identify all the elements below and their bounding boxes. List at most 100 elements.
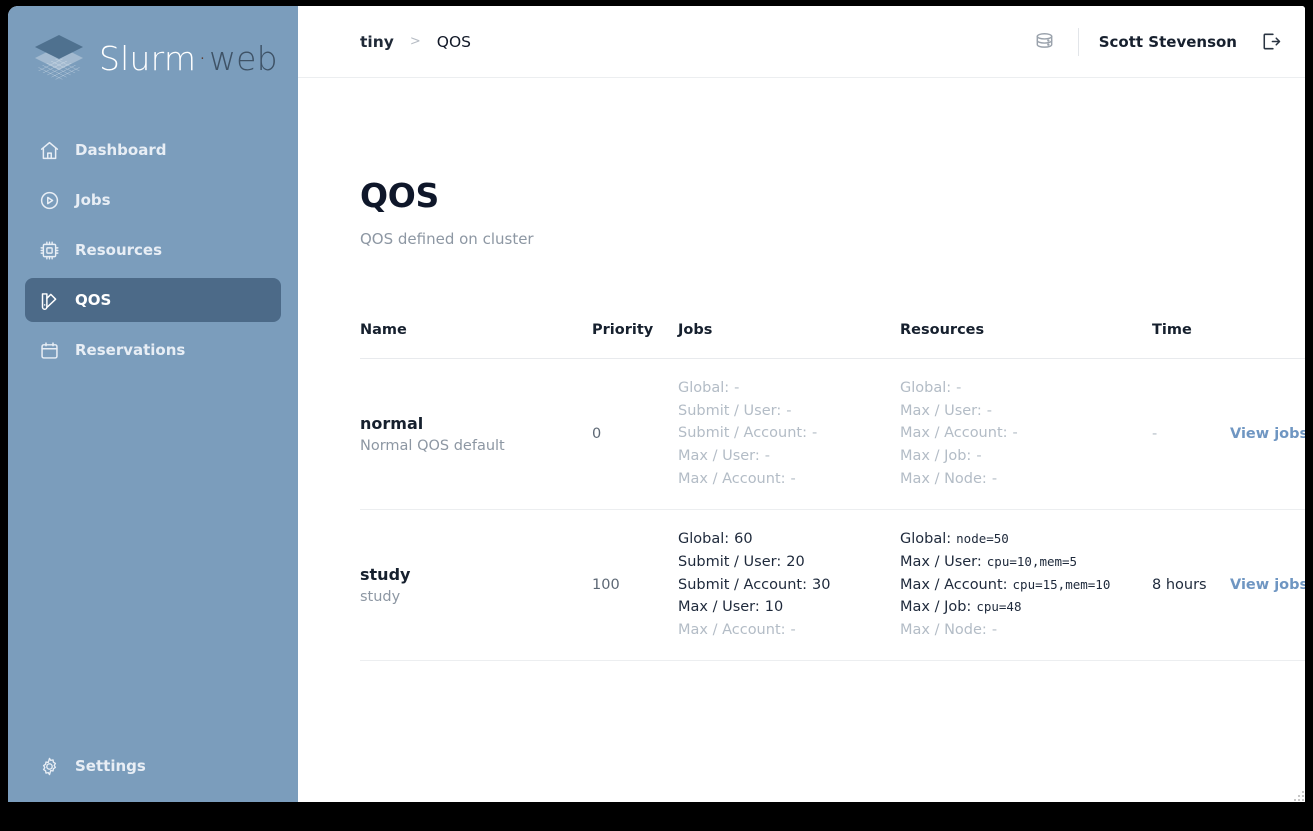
qos-name: study [360,565,411,585]
kv-row: Submit / Account: 30 [678,576,900,593]
server-stack-icon[interactable] [1032,29,1058,55]
brand-separator: · [198,42,207,74]
kv-row: Max / Node: - [900,470,1152,487]
kv-row: Max / User: - [678,449,900,464]
kv-row: Submit / User: - [678,402,900,419]
logout-icon[interactable] [1257,29,1283,55]
column-header-name: Name [360,322,592,359]
kv-value: - [986,402,992,419]
sidebar-bottom: Settings [8,744,298,802]
resources-limits-list: Global: node=50 Max / User: cpu=10,mem=5 Max… [900,531,1152,638]
sidebar-item-reservations[interactable]: Reservations [25,328,281,372]
page-subtitle: QOS defined on cluster [360,230,534,248]
priority-value: 100 [592,577,620,594]
page-header: QOS QOS defined on cluster [360,78,1275,248]
breadcrumb-cluster[interactable]: tiny [360,33,394,51]
view-jobs-link[interactable]: View jobs [1230,577,1305,593]
page-title: QOS [360,176,439,215]
cell-jobs: Global: - Submit / User: - Submit / Account:… [678,358,900,511]
user-name[interactable]: Scott Stevenson [1099,33,1237,51]
kv-row: Max / Account: cpu=15,mem=10 [900,576,1152,593]
kv-key: Submit / Account: [678,576,807,593]
table-header-row: Name Priority Jobs Resources Time [360,322,1305,359]
table-row: normal Normal QOS default 0 Global: - Submit … [360,358,1305,511]
kv-key: Submit / User: [678,553,782,570]
kv-value: 20 [786,553,805,570]
sidebar-nav: Dashboard Jobs Resources QOS Reservation… [8,128,298,372]
kv-value: cpu=15,mem=10 [1012,576,1111,592]
sidebar-item-dashboard[interactable]: Dashboard [25,128,281,172]
breadcrumb: tiny > QOS [360,33,471,51]
kv-value: - [734,380,740,396]
kv-key: Max / User: [900,402,982,419]
calendar-icon [38,339,60,361]
stacked-layers-icon [28,29,90,87]
table-row: study study 100 Global: 60 Submit / User: 20 Su… [360,509,1305,662]
kv-row: Global: 60 [678,531,900,548]
resize-handle[interactable] [1293,790,1304,801]
kv-row: Submit / User: 20 [678,553,900,570]
kv-row: Submit / Account: - [678,426,900,441]
brand-title: Slurm·web [99,39,278,78]
column-header-action [1230,322,1305,359]
kv-value: - [991,470,998,487]
kv-value: - [790,621,796,638]
kv-row: Max / Account: - [678,471,900,487]
qos-description: Normal QOS default [360,438,505,455]
sidebar-item-label: Dashboard [75,141,167,159]
jobs-limits-list: Global: - Submit / User: - Submit / Account:… [678,380,900,487]
kv-value: 60 [734,531,753,548]
column-header-resources: Resources [900,322,1152,359]
kv-key: Max / User: [900,553,982,570]
kv-key: Global: [678,531,730,548]
cell-action: View jobs [1230,358,1305,511]
sidebar-item-label: Resources [75,241,163,259]
app-window: Slurm·web Dashboard Jobs Resources QOS R… [8,6,1305,802]
swatch-icon [38,289,60,311]
kv-key: Max / Account: [900,425,1008,442]
kv-row: Max / Account: - [900,426,1152,441]
sidebar-item-resources[interactable]: Resources [25,228,281,272]
sidebar-item-label: QOS [75,291,112,309]
home-icon [38,139,60,161]
kv-value: 10 [764,599,784,616]
sidebar-item-qos[interactable]: QOS [25,278,281,322]
kv-row: Max / User: cpu=10,mem=5 [900,553,1152,570]
cell-resources: Global: - Max / User: - Max / Account: - Max /… [900,358,1152,511]
cell-priority: 100 [592,509,678,662]
kv-value: 30 [811,576,831,593]
kv-row: Global: - [900,380,1152,396]
table-body: normal Normal QOS default 0 Global: - Submit … [360,358,1305,662]
kv-value: cpu=48 [976,599,1022,615]
main-area: tiny > QOS Scott Stevenson QOS QOS defin… [298,6,1305,802]
kv-row: Max / User: 10 [678,600,900,615]
cell-jobs: Global: 60 Submit / User: 20 Submit / Accoun… [678,509,900,662]
kv-key: Global: [900,380,952,396]
column-header-time: Time [1152,322,1230,359]
cpu-chip-icon [38,239,60,261]
kv-value: - [991,621,998,638]
qos-description: study [360,589,401,606]
kv-key: Max / Account: [678,621,786,638]
jobs-limits-list: Global: 60 Submit / User: 20 Submit / Accoun… [678,531,900,638]
cell-name: normal Normal QOS default [360,358,592,511]
kv-key: Max / Job: [900,599,972,616]
kv-key: Max / User: [678,448,760,465]
kv-key: Max / Node: [900,621,987,638]
kv-row: Max / User: - [900,402,1152,419]
kv-key: Global: [678,380,730,396]
sidebar-item-label: Jobs [75,191,111,209]
gear-icon [38,755,60,777]
time-value: 8 hours [1152,577,1207,594]
brand-logo-area[interactable]: Slurm·web [8,6,298,110]
kv-row: Max / Job: cpu=48 [900,600,1152,615]
column-header-priority: Priority [592,322,678,359]
play-circle-icon [38,189,60,211]
kv-row: Max / Node: - [900,621,1152,638]
sidebar-item-settings[interactable]: Settings [25,744,281,788]
view-jobs-link[interactable]: View jobs [1230,426,1305,442]
kv-value: - [786,402,792,419]
sidebar-item-jobs[interactable]: Jobs [25,178,281,222]
kv-key: Submit / User: [678,402,782,419]
kv-value: cpu=10,mem=5 [986,553,1078,569]
